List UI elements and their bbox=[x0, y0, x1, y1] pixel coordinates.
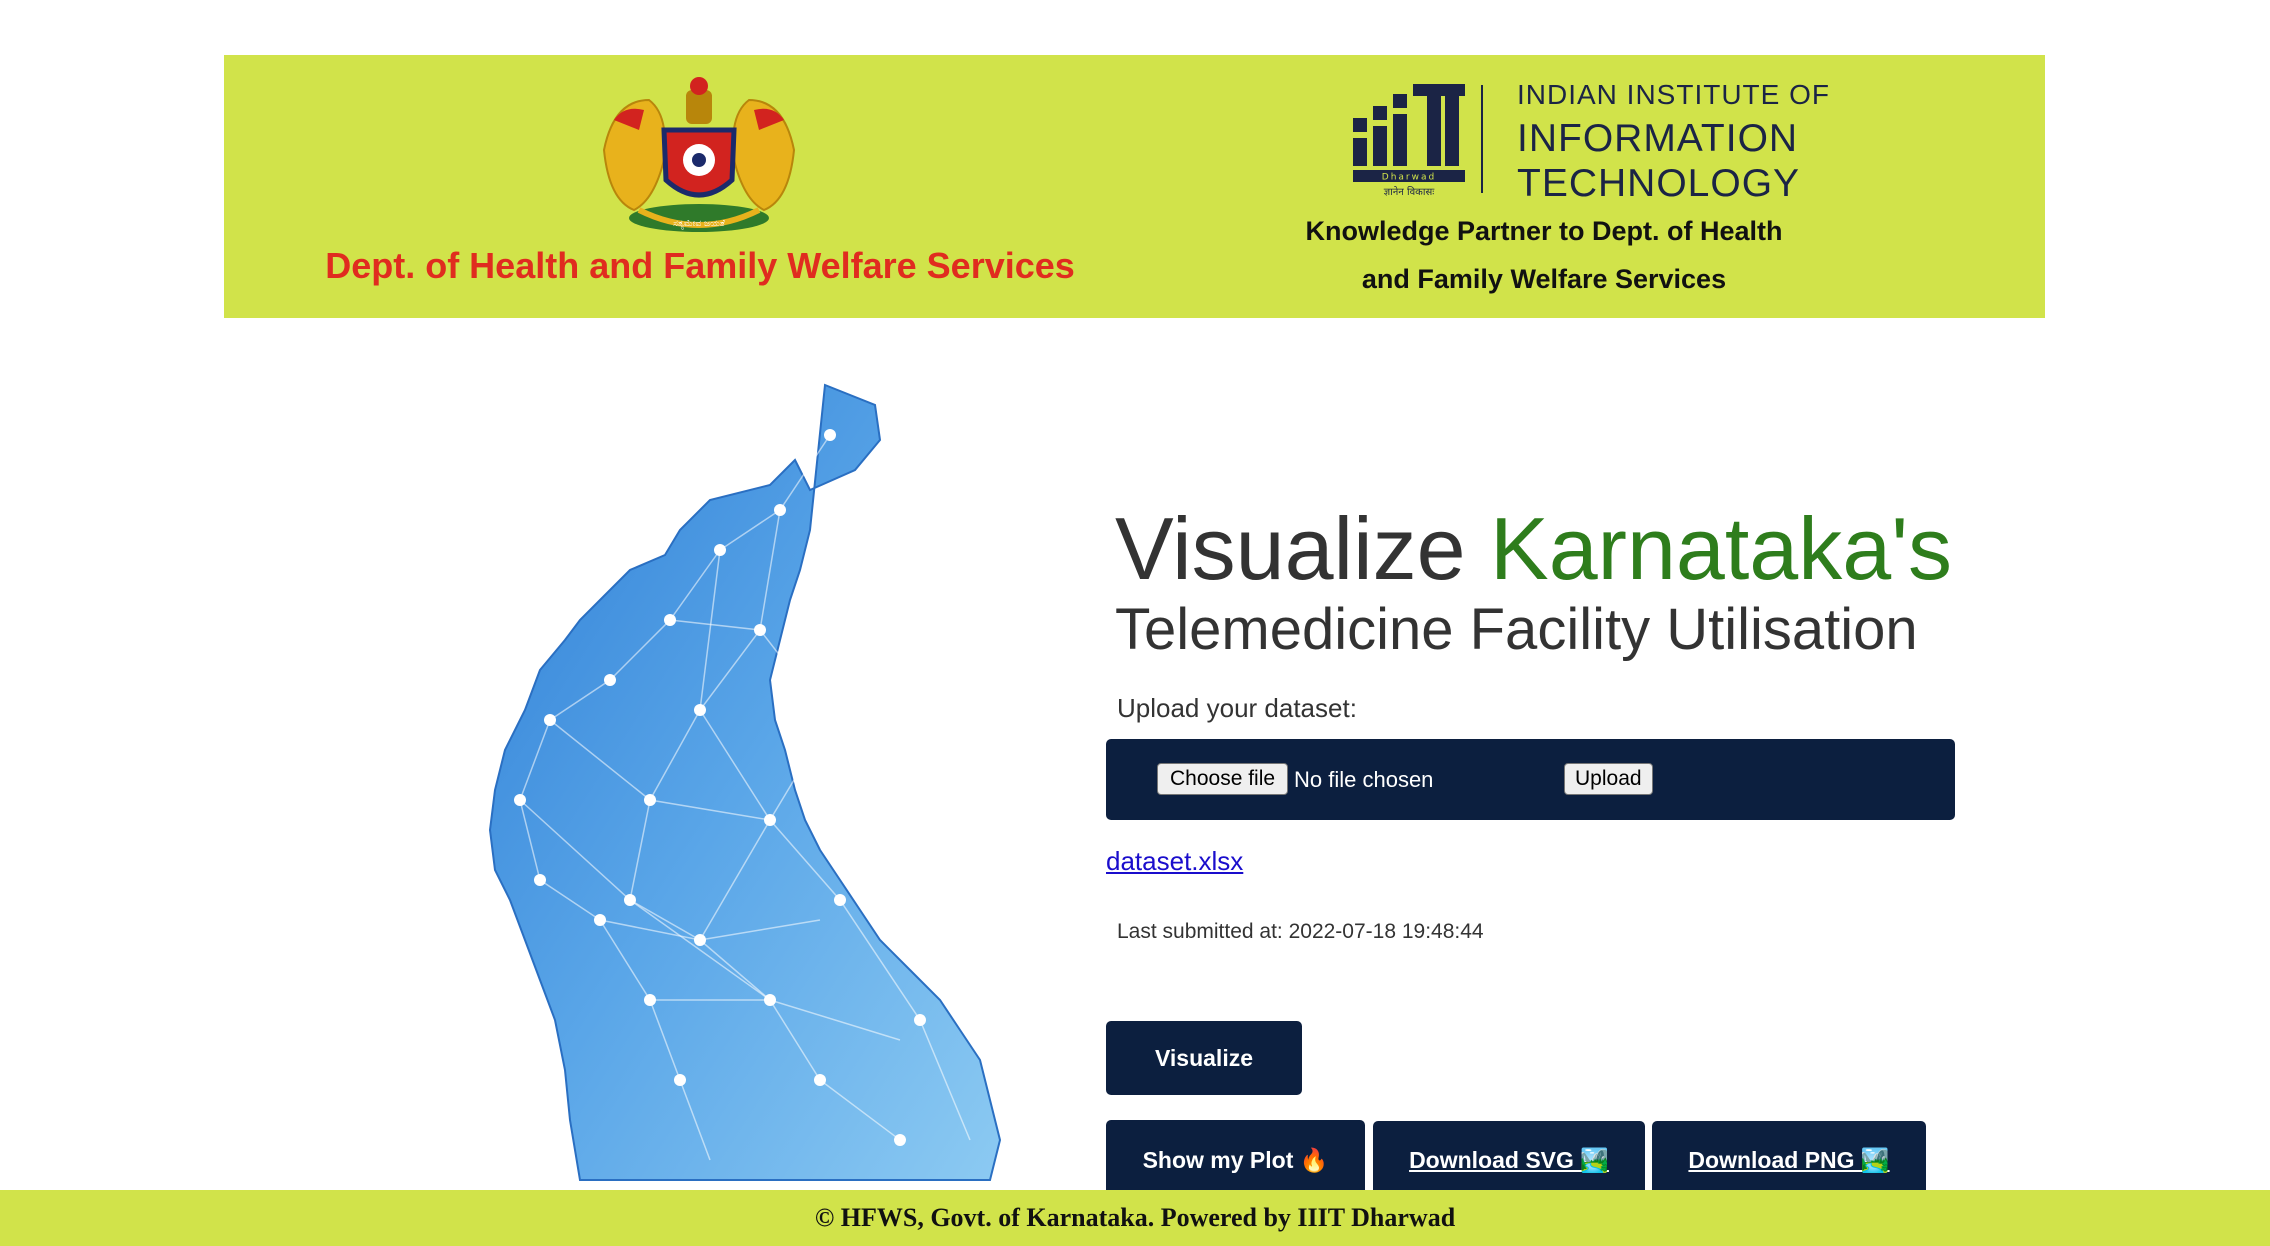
svg-text:ज्ञानेन विकासः: ज्ञानेन विकासः bbox=[1384, 186, 1435, 198]
upload-form: Choose file No file chosen Upload bbox=[1106, 739, 1955, 820]
iiit-name: INDIAN INSTITUTE OF INFORMATION TECHNOLO… bbox=[1517, 79, 1830, 205]
dataset-download-link[interactable]: dataset.xlsx bbox=[1106, 846, 1243, 877]
svg-text:ಸತ್ಯಮೇವ ಜಯತೆ: ಸತ್ಯಮೇವ ಜಯತೆ bbox=[673, 219, 725, 230]
choose-file-button[interactable]: Choose file bbox=[1157, 763, 1289, 795]
logo-divider bbox=[1481, 85, 1483, 193]
show-plot-button[interactable]: Show my Plot 🔥 bbox=[1106, 1120, 1365, 1200]
knowledge-partner-text: Knowledge Partner to Dept. of Health and… bbox=[1284, 207, 1804, 303]
iiit-name-line2: INFORMATION bbox=[1517, 117, 1799, 160]
karnataka-map-image bbox=[488, 383, 1002, 1181]
partner-line2: and Family Welfare Services bbox=[1361, 264, 1727, 294]
hero-title-highlight: Karnataka's bbox=[1490, 499, 1952, 598]
dept-title: Dept. of Health and Family Welfare Servi… bbox=[325, 245, 1075, 286]
visualize-button[interactable]: Visualize bbox=[1106, 1021, 1302, 1095]
hero-subtitle: Telemedicine Facility Utilisation bbox=[1115, 597, 1918, 662]
karnataka-emblem-logo: ಸತ್ಯಮೇವ ಜಯತೆ bbox=[602, 77, 796, 232]
hero-title: Visualize Karnataka's bbox=[1115, 498, 1952, 600]
last-submitted-text: Last submitted at: 2022-07-18 19:48:44 bbox=[1117, 920, 1484, 943]
header-banner: ಸತ್ಯಮೇವ ಜಯತೆ Dept. of Health and Family … bbox=[224, 55, 2045, 318]
footer-text: © HFWS, Govt. of Karnataka. Powered by I… bbox=[814, 1203, 1456, 1232]
hero-title-prefix: Visualize bbox=[1115, 499, 1491, 598]
svg-text:Dharwad: Dharwad bbox=[1382, 173, 1436, 183]
footer: © HFWS, Govt. of Karnataka. Powered by I… bbox=[0, 1190, 2270, 1246]
partner-line1: Knowledge Partner to Dept. of Health bbox=[1305, 216, 1783, 246]
upload-label: Upload your dataset: bbox=[1117, 693, 1357, 723]
download-svg-button[interactable]: Download SVG 🏞️ bbox=[1373, 1121, 1645, 1200]
upload-button[interactable]: Upload bbox=[1564, 763, 1653, 795]
iiit-dharwad-logo: Dharwad ज्ञानेन विकासः bbox=[1353, 84, 1465, 198]
iiit-name-line3: TECHNOLOGY bbox=[1517, 162, 1801, 205]
file-status-text: No file chosen bbox=[1294, 767, 1434, 792]
iiit-name-line1: INDIAN INSTITUTE OF bbox=[1517, 79, 1830, 110]
download-png-button[interactable]: Download PNG 🏞️ bbox=[1652, 1121, 1926, 1200]
